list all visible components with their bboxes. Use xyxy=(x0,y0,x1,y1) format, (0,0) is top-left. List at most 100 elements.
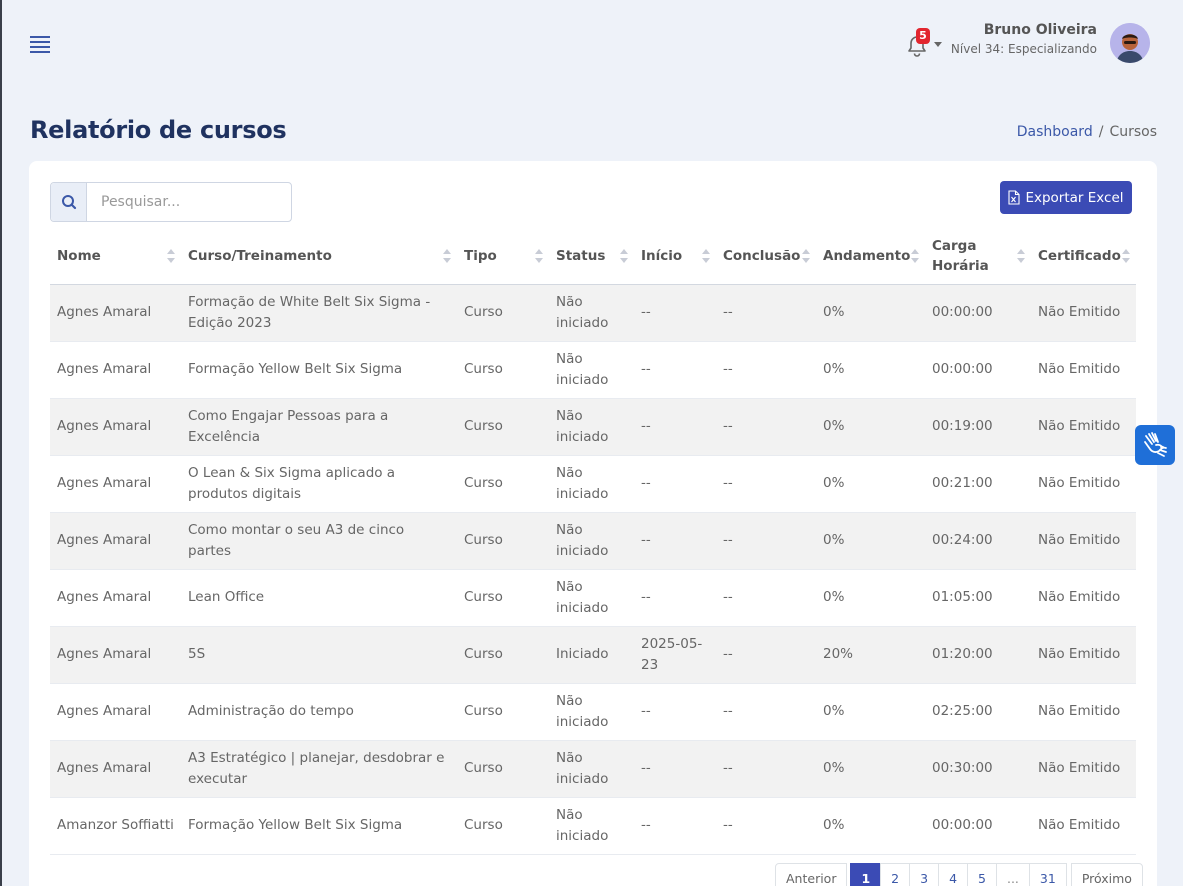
cell-tipo: Curso xyxy=(457,284,549,342)
column-header-conclusao[interactable]: Conclusão xyxy=(716,228,816,285)
cell-conclusao: -- xyxy=(716,569,816,627)
table-row: Agnes Amaral Como montar o seu A3 de cinc… xyxy=(50,512,1136,570)
cell-conclusao: -- xyxy=(716,740,816,798)
column-header-nome[interactable]: Nome xyxy=(50,228,181,285)
cell-inicio: -- xyxy=(634,341,716,399)
cell-carga-horaria: 00:00:00 xyxy=(925,797,1031,855)
cell-andamento: 0% xyxy=(816,398,925,456)
cell-status: Não iniciado xyxy=(549,284,634,342)
user-level: Nível 34: Especializando xyxy=(950,42,1097,56)
cell-carga-horaria: 01:20:00 xyxy=(925,626,1031,684)
cell-status: Não iniciado xyxy=(549,797,634,855)
cell-status: Não iniciado xyxy=(549,740,634,798)
cell-carga-horaria: 00:30:00 xyxy=(925,740,1031,798)
cell-inicio: -- xyxy=(634,284,716,342)
cell-curso: A3 Estratégico | planejar, desdobrar e e… xyxy=(181,740,457,798)
search-icon xyxy=(62,195,77,210)
cell-carga-horaria: 02:25:00 xyxy=(925,683,1031,741)
pagination-page-4[interactable]: 4 xyxy=(938,863,969,886)
breadcrumb-dashboard-link[interactable]: Dashboard xyxy=(1017,124,1093,140)
cell-tipo: Curso xyxy=(457,683,549,741)
column-header-carga-horaria[interactable]: Carga Horária xyxy=(925,228,1031,285)
table-row: Agnes Amaral Administração do tempo Curso N… xyxy=(50,683,1136,741)
cell-inicio: -- xyxy=(634,398,716,456)
cell-nome: Agnes Amaral xyxy=(50,455,181,513)
cell-conclusao: -- xyxy=(716,455,816,513)
cell-andamento: 0% xyxy=(816,284,925,342)
cell-certificado: Não Emitido xyxy=(1031,683,1136,741)
column-header-andamento[interactable]: Andamento xyxy=(816,228,925,285)
cell-nome: Agnes Amaral xyxy=(50,398,181,456)
sort-icon xyxy=(1017,248,1025,263)
pagination-previous-button[interactable]: Anterior xyxy=(775,863,848,886)
column-header-inicio[interactable]: Início xyxy=(634,228,716,285)
search-addon[interactable] xyxy=(51,183,87,221)
column-header-tipo[interactable]: Tipo xyxy=(457,228,549,285)
column-header-label: Carga Horária xyxy=(932,237,989,274)
cell-conclusao: -- xyxy=(716,398,816,456)
cell-andamento: 0% xyxy=(816,455,925,513)
table-row: Amanzor Soffiatti Formação Yellow Belt Si… xyxy=(50,797,1136,855)
cell-status: Não iniciado xyxy=(549,683,634,741)
page-title: Relatório de cursos xyxy=(30,116,287,144)
hamburger-icon[interactable] xyxy=(30,36,50,54)
chevron-down-icon[interactable] xyxy=(934,42,942,47)
pagination-page-5[interactable]: 5 xyxy=(967,863,997,886)
export-excel-label: Exportar Excel xyxy=(1025,189,1124,206)
notification-count-badge: 5 xyxy=(916,28,930,44)
cell-certificado: Não Emitido xyxy=(1031,455,1136,513)
column-header-label: Tipo xyxy=(464,247,497,264)
cell-nome: Agnes Amaral xyxy=(50,740,181,798)
cell-certificado: Não Emitido xyxy=(1031,284,1136,342)
column-header-label: Conclusão xyxy=(723,247,801,264)
avatar[interactable] xyxy=(1110,23,1150,63)
table-row: Agnes Amaral Lean Office Curso Não iniciado… xyxy=(50,569,1136,627)
cell-inicio: -- xyxy=(634,455,716,513)
cell-nome: Agnes Amaral xyxy=(50,683,181,741)
cell-status: Não iniciado xyxy=(549,569,634,627)
cell-tipo: Curso xyxy=(457,569,549,627)
column-header-status[interactable]: Status xyxy=(549,228,634,285)
sort-icon xyxy=(443,248,451,263)
sort-icon xyxy=(802,248,810,263)
cell-status: Não iniciado xyxy=(549,512,634,570)
cell-status: Não iniciado xyxy=(549,398,634,456)
cell-curso: O Lean & Six Sigma aplicado a produtos d… xyxy=(181,455,457,513)
pagination-page-2[interactable]: 2 xyxy=(880,863,911,886)
pagination: Anterior 1 2 3 4 5 ... 31 Próximo xyxy=(775,863,1143,886)
pagination-ellipsis: ... xyxy=(995,863,1030,886)
cell-andamento: 20% xyxy=(816,626,925,684)
search-input[interactable] xyxy=(88,183,291,221)
pagination-page-1[interactable]: 1 xyxy=(850,863,882,886)
cell-tipo: Curso xyxy=(457,341,549,399)
cell-carga-horaria: 00:00:00 xyxy=(925,341,1031,399)
cell-tipo: Curso xyxy=(457,455,549,513)
column-header-label: Status xyxy=(556,247,606,264)
cell-curso: Formação Yellow Belt Six Sigma xyxy=(181,797,457,855)
cell-curso: 5S xyxy=(181,626,457,684)
pagination-page-31[interactable]: 31 xyxy=(1028,863,1067,886)
cell-certificado: Não Emitido xyxy=(1031,797,1136,855)
accessibility-widget-button[interactable] xyxy=(1135,425,1175,465)
pagination-next-button[interactable]: Próximo xyxy=(1070,863,1143,886)
cell-nome: Agnes Amaral xyxy=(50,626,181,684)
column-header-certificado[interactable]: Certificado xyxy=(1031,228,1136,285)
cell-andamento: 0% xyxy=(816,569,925,627)
cell-certificado: Não Emitido xyxy=(1031,512,1136,570)
cell-conclusao: -- xyxy=(716,512,816,570)
cell-nome: Amanzor Soffiatti xyxy=(50,797,181,855)
export-excel-button[interactable]: Exportar Excel xyxy=(1000,181,1132,214)
cell-tipo: Curso xyxy=(457,398,549,456)
cell-carga-horaria: 00:21:00 xyxy=(925,455,1031,513)
cell-curso: Lean Office xyxy=(181,569,457,627)
cell-certificado: Não Emitido xyxy=(1031,341,1136,399)
table-row: Agnes Amaral A3 Estratégico | planejar, d… xyxy=(50,740,1136,798)
breadcrumb-current: Cursos xyxy=(1109,124,1157,140)
column-header-curso[interactable]: Curso/Treinamento xyxy=(181,228,457,285)
cell-inicio: 2025-05-23 xyxy=(634,626,716,684)
cell-inicio: -- xyxy=(634,683,716,741)
pagination-page-3[interactable]: 3 xyxy=(909,863,940,886)
cell-curso: Formação Yellow Belt Six Sigma xyxy=(181,341,457,399)
column-header-label: Curso/Treinamento xyxy=(188,247,332,264)
cell-carga-horaria: 01:05:00 xyxy=(925,569,1031,627)
